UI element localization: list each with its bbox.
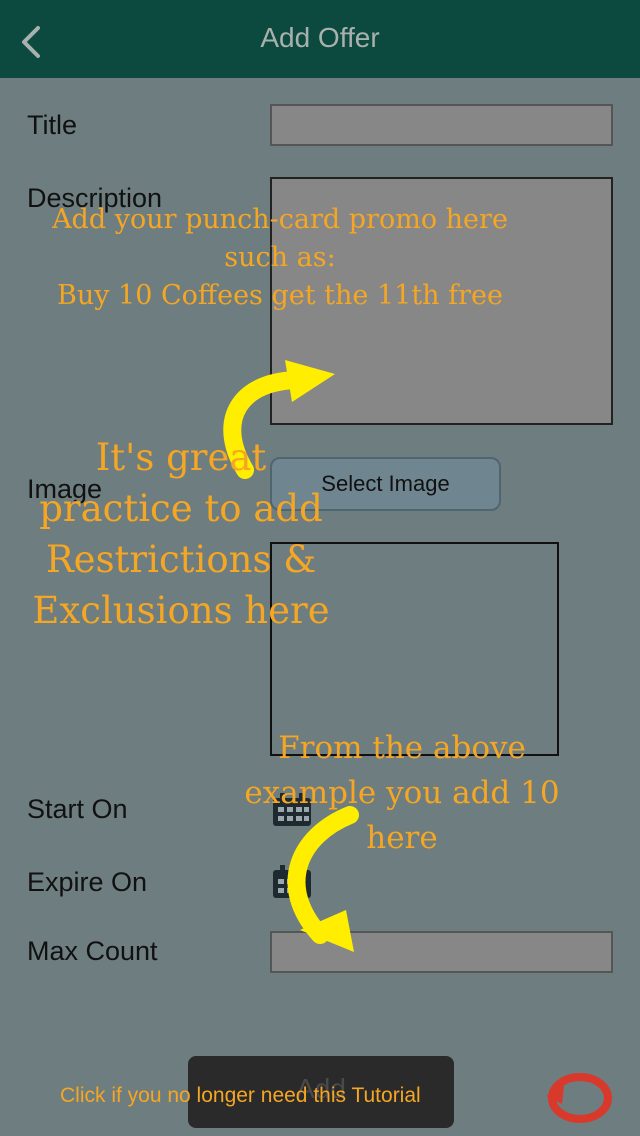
start-on-label: Start On xyxy=(27,794,128,824)
tutorial-count-line: From the above xyxy=(278,730,526,766)
tutorial-promo-line: such as: xyxy=(224,242,336,273)
dismiss-tutorial-text[interactable]: Click if you no longer need this Tutoria… xyxy=(60,1084,421,1108)
tutorial-restrictions-line: It's great xyxy=(95,436,267,479)
tutorial-promo-line: Add your punch-card promo here xyxy=(52,204,508,235)
title-label: Title xyxy=(27,110,78,140)
max-count-label: Max Count xyxy=(27,936,158,966)
tutorial-count-line: here xyxy=(366,820,438,856)
max-count-input[interactable] xyxy=(270,931,613,973)
tutorial-count-line: example you add 10 xyxy=(244,775,560,811)
calendar-icon[interactable] xyxy=(270,864,314,900)
page-title: Add Offer xyxy=(260,22,380,53)
tutorial-restrictions-line: practice to add xyxy=(39,487,323,530)
tutorial-promo-line: Buy 10 Coffees get the 11th free xyxy=(56,280,504,311)
app-header: Add Offer xyxy=(0,0,640,78)
tutorial-restrictions-line: Restrictions & xyxy=(45,538,317,581)
title-input[interactable] xyxy=(270,104,613,146)
tutorial-restrictions-line: Exclusions here xyxy=(32,589,330,632)
close-circle-icon[interactable] xyxy=(544,1070,614,1126)
expire-on-label: Expire On xyxy=(27,867,148,897)
